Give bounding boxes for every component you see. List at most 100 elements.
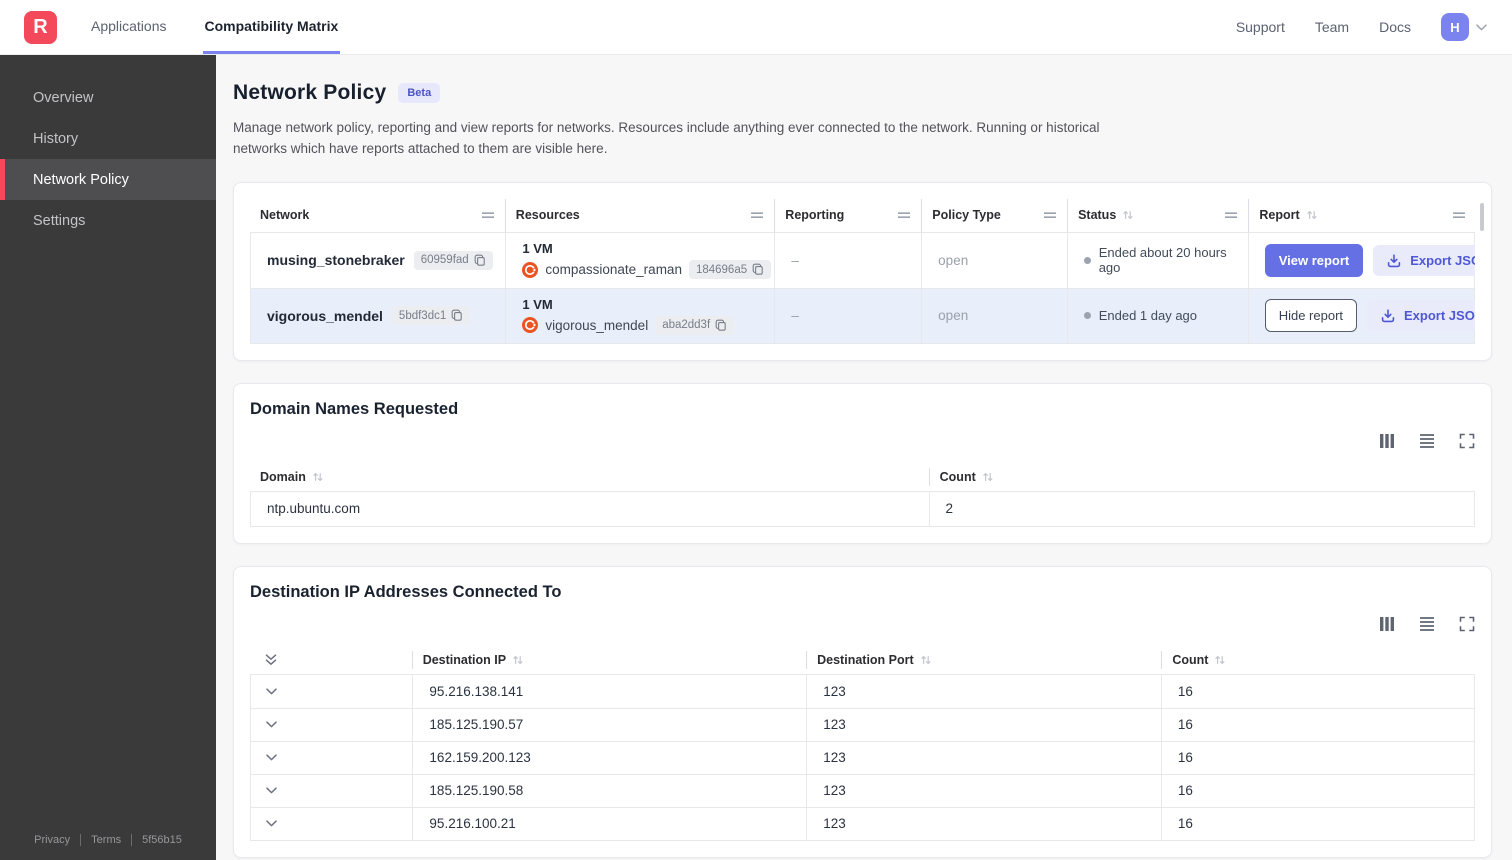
view-report-button[interactable]: View report (1264, 243, 1364, 277)
sidebar-item-history[interactable]: History (0, 118, 216, 159)
row-expander[interactable] (251, 709, 412, 741)
terms-link[interactable]: Terms (91, 834, 121, 846)
resources-cell: 1 VM compassionate_raman 184696a5 (505, 232, 774, 288)
sort-icon[interactable] (1306, 209, 1318, 221)
domains-table-header: Domain Count (250, 463, 1475, 491)
rows-view-icon[interactable] (1419, 616, 1435, 632)
column-resize-handle-icon[interactable] (1224, 212, 1239, 219)
status-cell: Ended about 20 hours ago (1066, 232, 1248, 288)
col-destination-port-label: Destination Port (817, 652, 914, 667)
col-status-label: Status (1078, 208, 1117, 223)
nav-link-support[interactable]: Support (1236, 19, 1285, 35)
status-text: Ended 1 day ago (1098, 308, 1198, 324)
fullscreen-icon[interactable] (1459, 616, 1475, 632)
table-row[interactable]: 162.159.200.123 123 16 (251, 740, 1474, 774)
chevron-down-icon[interactable] (265, 784, 278, 797)
export-json-button[interactable]: Export JSON (1373, 244, 1476, 276)
sort-icon[interactable] (312, 471, 324, 483)
resource-id-badge: aba2dd3f (655, 315, 735, 335)
table-row[interactable]: vigorous_mendel 5bdf3dc1 1 VM vigorous_m… (251, 287, 1476, 343)
sort-icon[interactable] (920, 654, 932, 666)
domains-card-title: Domain Names Requested (250, 399, 459, 418)
destinations-card-title: Destination IP Addresses Connected To (250, 582, 562, 601)
table-row[interactable]: 185.125.190.57 123 16 (251, 707, 1474, 741)
count-cell: 16 (1160, 708, 1474, 741)
sidebar-item-overview[interactable]: Overview (0, 77, 216, 118)
destinations-card: Destination IP Addresses Connected To De… (233, 565, 1492, 858)
tab-compatibility-matrix[interactable]: Compatibility Matrix (202, 0, 341, 54)
status-dot (1083, 312, 1091, 320)
avatar[interactable]: H (1441, 13, 1469, 41)
nav-link-docs[interactable]: Docs (1379, 19, 1411, 35)
sidebar-item-network-policy[interactable]: Network Policy (0, 159, 216, 200)
column-resize-handle-icon[interactable] (750, 212, 765, 219)
destinations-table-body: 95.216.138.141 123 16 185.125.190.57 123… (250, 673, 1475, 841)
col-count-label: Count (1172, 652, 1209, 667)
chevron-down-icon[interactable] (265, 718, 278, 731)
export-json-button[interactable]: Export JSON (1367, 300, 1476, 332)
primary-nav: Applications Compatibility Matrix (89, 0, 374, 54)
rows-view-icon[interactable] (1419, 433, 1435, 449)
expand-all-icon[interactable] (264, 653, 278, 667)
col-destination-ip-label: Destination IP (422, 652, 507, 667)
column-resize-handle-icon[interactable] (480, 212, 495, 219)
privacy-link[interactable]: Privacy (34, 834, 70, 846)
table-row[interactable]: musing_stonebraker 60959fad 1 VM compass… (251, 232, 1476, 288)
domains-card: Domain Names Requested Domain Count ntp.… (233, 382, 1492, 544)
copy-icon[interactable] (451, 309, 463, 322)
col-domain-label: Domain (260, 469, 306, 484)
column-resize-handle-icon[interactable] (1452, 212, 1467, 219)
policy-type-cell: open (921, 288, 1067, 343)
table-toolbar (250, 616, 1475, 632)
columns-view-icon[interactable] (1379, 616, 1395, 632)
destination-ip-cell: 162.159.200.123 (412, 741, 806, 774)
table-row[interactable]: 185.125.190.58 123 16 (251, 773, 1474, 807)
column-resize-handle-icon[interactable] (1043, 212, 1057, 219)
app-logo[interactable]: R (24, 10, 57, 44)
fullscreen-icon[interactable] (1459, 433, 1475, 449)
sort-icon[interactable] (1214, 654, 1226, 666)
sort-icon[interactable] (512, 654, 524, 666)
status-text: Ended about 20 hours ago (1098, 245, 1227, 276)
table-row[interactable]: 95.216.138.141 123 16 (251, 674, 1474, 708)
download-icon (1388, 254, 1401, 268)
chevron-down-icon[interactable] (265, 685, 278, 698)
sidebar-item-settings[interactable]: Settings (0, 200, 216, 241)
nav-link-team[interactable]: Team (1315, 19, 1349, 35)
table-row[interactable]: ntp.ubuntu.com 2 (251, 491, 1474, 526)
user-menu[interactable]: H (1441, 13, 1488, 41)
tab-applications[interactable]: Applications (89, 0, 169, 54)
row-expander[interactable] (251, 775, 412, 807)
row-expander[interactable] (251, 675, 412, 708)
destination-port-cell: 123 (806, 674, 1161, 708)
copy-icon[interactable] (752, 263, 764, 276)
table-scrollbar[interactable] (1480, 202, 1484, 231)
columns-view-icon[interactable] (1379, 433, 1395, 449)
status-dot (1083, 256, 1091, 264)
chevron-down-icon[interactable] (265, 817, 278, 830)
sort-icon[interactable] (1122, 209, 1134, 221)
resources-summary: 1 VM (522, 296, 553, 312)
hide-report-button[interactable]: Hide report (1264, 299, 1358, 333)
destination-ip-cell: 185.125.190.58 (412, 774, 806, 807)
row-expander[interactable] (251, 808, 412, 840)
table-row[interactable]: 95.216.100.21 123 16 (251, 806, 1474, 840)
chevron-down-icon[interactable] (1475, 21, 1488, 34)
copy-icon[interactable] (715, 319, 727, 332)
networks-table-header: Network Resources Reporting Policy Type … (250, 198, 1475, 232)
row-expander[interactable] (251, 742, 412, 774)
chevron-down-icon[interactable] (265, 751, 278, 764)
sort-icon[interactable] (982, 471, 994, 483)
destination-port-cell: 123 (806, 774, 1161, 807)
destination-ip-cell: 95.216.138.141 (412, 674, 806, 708)
divider (80, 834, 82, 846)
destination-ip-cell: 185.125.190.57 (412, 708, 806, 741)
page-description: Manage network policy, reporting and vie… (233, 120, 1100, 156)
copy-icon[interactable] (474, 254, 486, 267)
status-cell: Ended 1 day ago (1066, 288, 1248, 343)
beta-badge: Beta (398, 83, 441, 103)
col-report-label: Report (1259, 208, 1300, 223)
column-resize-handle-icon[interactable] (897, 212, 912, 219)
count-cell: 16 (1160, 674, 1474, 708)
reporting-cell: – (774, 232, 921, 288)
